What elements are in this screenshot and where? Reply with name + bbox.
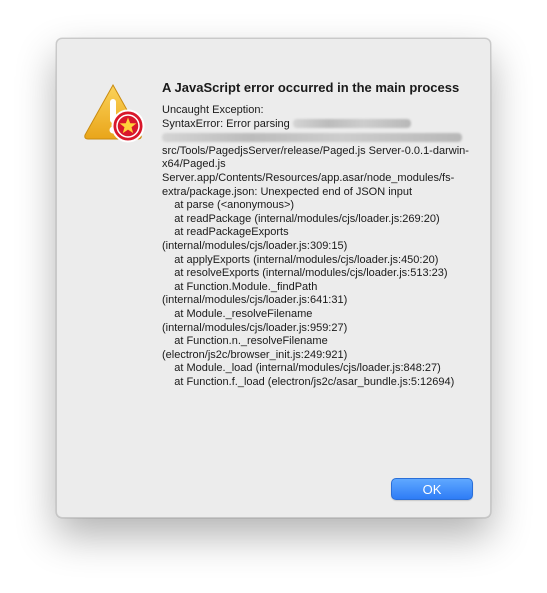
message-line: at resolveExports (internal/modules/cjs/… bbox=[162, 267, 448, 280]
message-line: src/Tools/PagedjsServer/release/Paged.js… bbox=[162, 144, 469, 198]
message-line: at parse (<anonymous>) bbox=[162, 199, 295, 212]
ok-button[interactable]: OK bbox=[391, 478, 473, 500]
warning-triangle-icon bbox=[81, 81, 145, 145]
error-message: Uncaught Exception: SyntaxError: Error p… bbox=[162, 104, 472, 389]
redacted-text bbox=[292, 119, 411, 129]
dialog-titlebar[interactable] bbox=[57, 39, 490, 59]
redacted-text bbox=[162, 132, 462, 142]
message-line: Uncaught Exception: bbox=[162, 104, 264, 116]
error-dialog: A JavaScript error occurred in the main … bbox=[56, 38, 491, 518]
message-line: at readPackageExports (internal/modules/… bbox=[162, 226, 348, 252]
message-line: at Function.Module._findPath (internal/m… bbox=[162, 280, 348, 307]
message-line: at applyExports (internal/modules/cjs/lo… bbox=[162, 253, 439, 266]
app-badge-icon bbox=[111, 109, 145, 143]
message-line: at Function.n._resolveFilename (electron… bbox=[162, 335, 348, 361]
message-line: at Module._resolveFilename (internal/mod… bbox=[162, 307, 348, 334]
dialog-title: A JavaScript error occurred in the main … bbox=[162, 80, 460, 95]
message-line: at Module._load (internal/modules/cjs/lo… bbox=[162, 362, 441, 375]
message-line: at readPackage (internal/modules/cjs/loa… bbox=[162, 212, 440, 225]
message-line: SyntaxError: Error parsing bbox=[162, 117, 290, 130]
message-line: at Function.f._load (electron/js2c/asar_… bbox=[162, 375, 455, 388]
dialog-content: A JavaScript error occurred in the main … bbox=[162, 79, 472, 389]
